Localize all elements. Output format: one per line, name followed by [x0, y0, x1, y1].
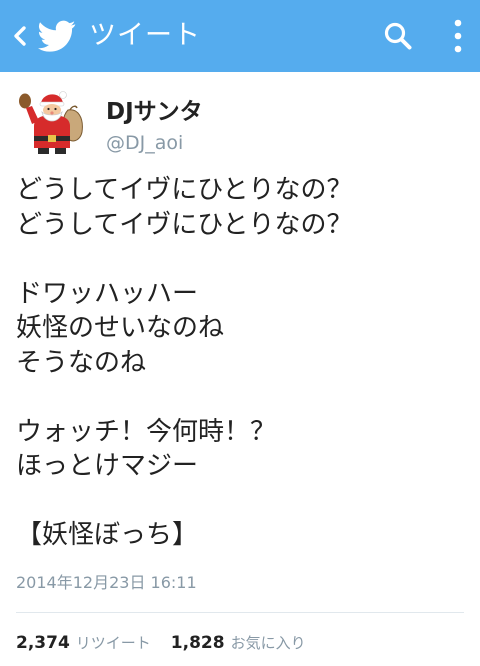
favorite-label[interactable]: お気に入り	[231, 632, 306, 653]
divider	[16, 612, 464, 613]
tweet-timestamp: 2014年12月23日 16:11	[16, 573, 197, 592]
author-username[interactable]: @DJ_aoi	[106, 131, 183, 155]
chevron-left-icon	[14, 26, 26, 46]
retweet-count[interactable]: 2,374	[16, 633, 70, 653]
search-icon	[384, 22, 412, 50]
favorite-count[interactable]: 1,828	[171, 633, 225, 653]
back-button[interactable]	[0, 0, 40, 72]
tweet-stats: 2,374 リツイート 1,828 お気に入り	[16, 632, 306, 656]
app-bar: ツイート	[0, 0, 480, 72]
tweet-line: 妖怪のせいなのね	[16, 313, 225, 343]
overflow-menu-icon	[454, 19, 462, 53]
tweet-line: どうしてイヴにひとりなの？	[16, 209, 353, 240]
page-title: ツイート	[89, 20, 201, 51]
tweet-line: ドワッハッハー	[16, 278, 199, 309]
tweet-line: 【妖怪ぼっち】	[16, 520, 199, 550]
overflow-menu-button[interactable]	[440, 14, 476, 58]
tweet-line: ほっとけマジー	[16, 451, 199, 481]
author-display-name[interactable]: DJサンタ	[106, 98, 203, 126]
search-button[interactable]	[378, 16, 418, 56]
tweet-line: そうなのね	[16, 347, 147, 378]
tweet-text: どうしてイヴにひとりなの？ どうしてイヴにひとりなの？ ドワッハッハー 妖怪のせ…	[16, 173, 466, 553]
retweet-label[interactable]: リツイート	[76, 632, 151, 653]
santa-claus-avatar[interactable]	[16, 88, 88, 160]
twitter-bird-icon	[38, 20, 76, 52]
tweet-line: ウォッチ！今何時！？	[16, 416, 277, 447]
tweet-line: どうしてイヴにひとりなの？	[16, 175, 353, 205]
